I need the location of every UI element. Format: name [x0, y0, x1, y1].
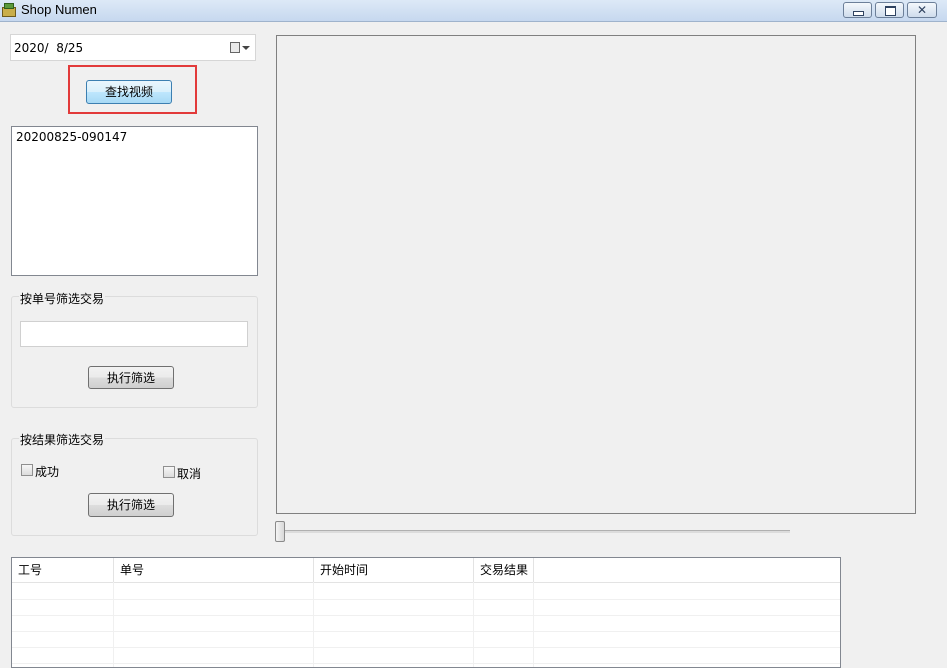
window-title: Shop Numen: [21, 2, 97, 17]
close-icon: ✕: [916, 3, 928, 17]
column-header-result[interactable]: 交易结果: [474, 558, 534, 582]
run-order-filter-label: 执行筛选: [106, 371, 155, 385]
shop-app-icon: [1, 2, 17, 18]
table-row: [12, 615, 840, 632]
playback-slider-thumb[interactable]: [275, 521, 285, 542]
cancel-checkbox[interactable]: [163, 466, 175, 478]
run-result-filter-label: 执行筛选: [106, 498, 155, 512]
video-player-panel[interactable]: [276, 35, 916, 514]
playback-slider-track[interactable]: [281, 530, 790, 533]
transactions-table[interactable]: 工号 单号 开始时间 交易结果: [11, 557, 841, 668]
cancel-label[interactable]: 取消: [177, 465, 201, 482]
column-header-order-number[interactable]: 单号: [114, 558, 314, 582]
close-button[interactable]: ✕: [907, 2, 937, 18]
column-header-filler: [534, 558, 840, 582]
column-header-employee-id[interactable]: 工号: [12, 558, 114, 582]
table-row: [12, 583, 840, 600]
table-row: [12, 631, 840, 648]
run-order-filter-button[interactable]: 执行筛选: [88, 366, 174, 389]
maximize-icon: [885, 6, 896, 16]
date-value: 2020/ 8/25: [14, 41, 84, 55]
table-header: 工号 单号 开始时间 交易结果: [12, 558, 840, 583]
find-video-label: 查找视频: [104, 85, 153, 99]
table-row: [12, 599, 840, 616]
success-label[interactable]: 成功: [35, 463, 59, 480]
date-picker[interactable]: 2020/ 8/25: [10, 34, 256, 61]
filter-by-order-group: [11, 296, 258, 408]
table-row: [12, 647, 840, 664]
column-header-start-time[interactable]: 开始时间: [314, 558, 474, 582]
chevron-down-icon[interactable]: [242, 46, 250, 50]
list-item[interactable]: 20200825-090147: [16, 130, 127, 144]
minimize-icon: [853, 11, 864, 16]
maximize-button[interactable]: [875, 2, 904, 18]
order-number-input[interactable]: [20, 321, 248, 347]
filter-by-result-title: 按结果筛选交易: [19, 431, 106, 448]
find-video-button[interactable]: 查找视频: [86, 80, 172, 104]
filter-by-result-group: [11, 438, 258, 536]
filter-by-order-title: 按单号筛选交易: [19, 290, 106, 307]
title-bar: Shop Numen ✕: [0, 0, 947, 22]
run-result-filter-button[interactable]: 执行筛选: [88, 493, 174, 517]
minimize-button[interactable]: [843, 2, 872, 18]
calendar-icon[interactable]: [230, 42, 240, 53]
success-checkbox[interactable]: [21, 464, 33, 476]
video-list[interactable]: 20200825-090147: [11, 126, 258, 276]
